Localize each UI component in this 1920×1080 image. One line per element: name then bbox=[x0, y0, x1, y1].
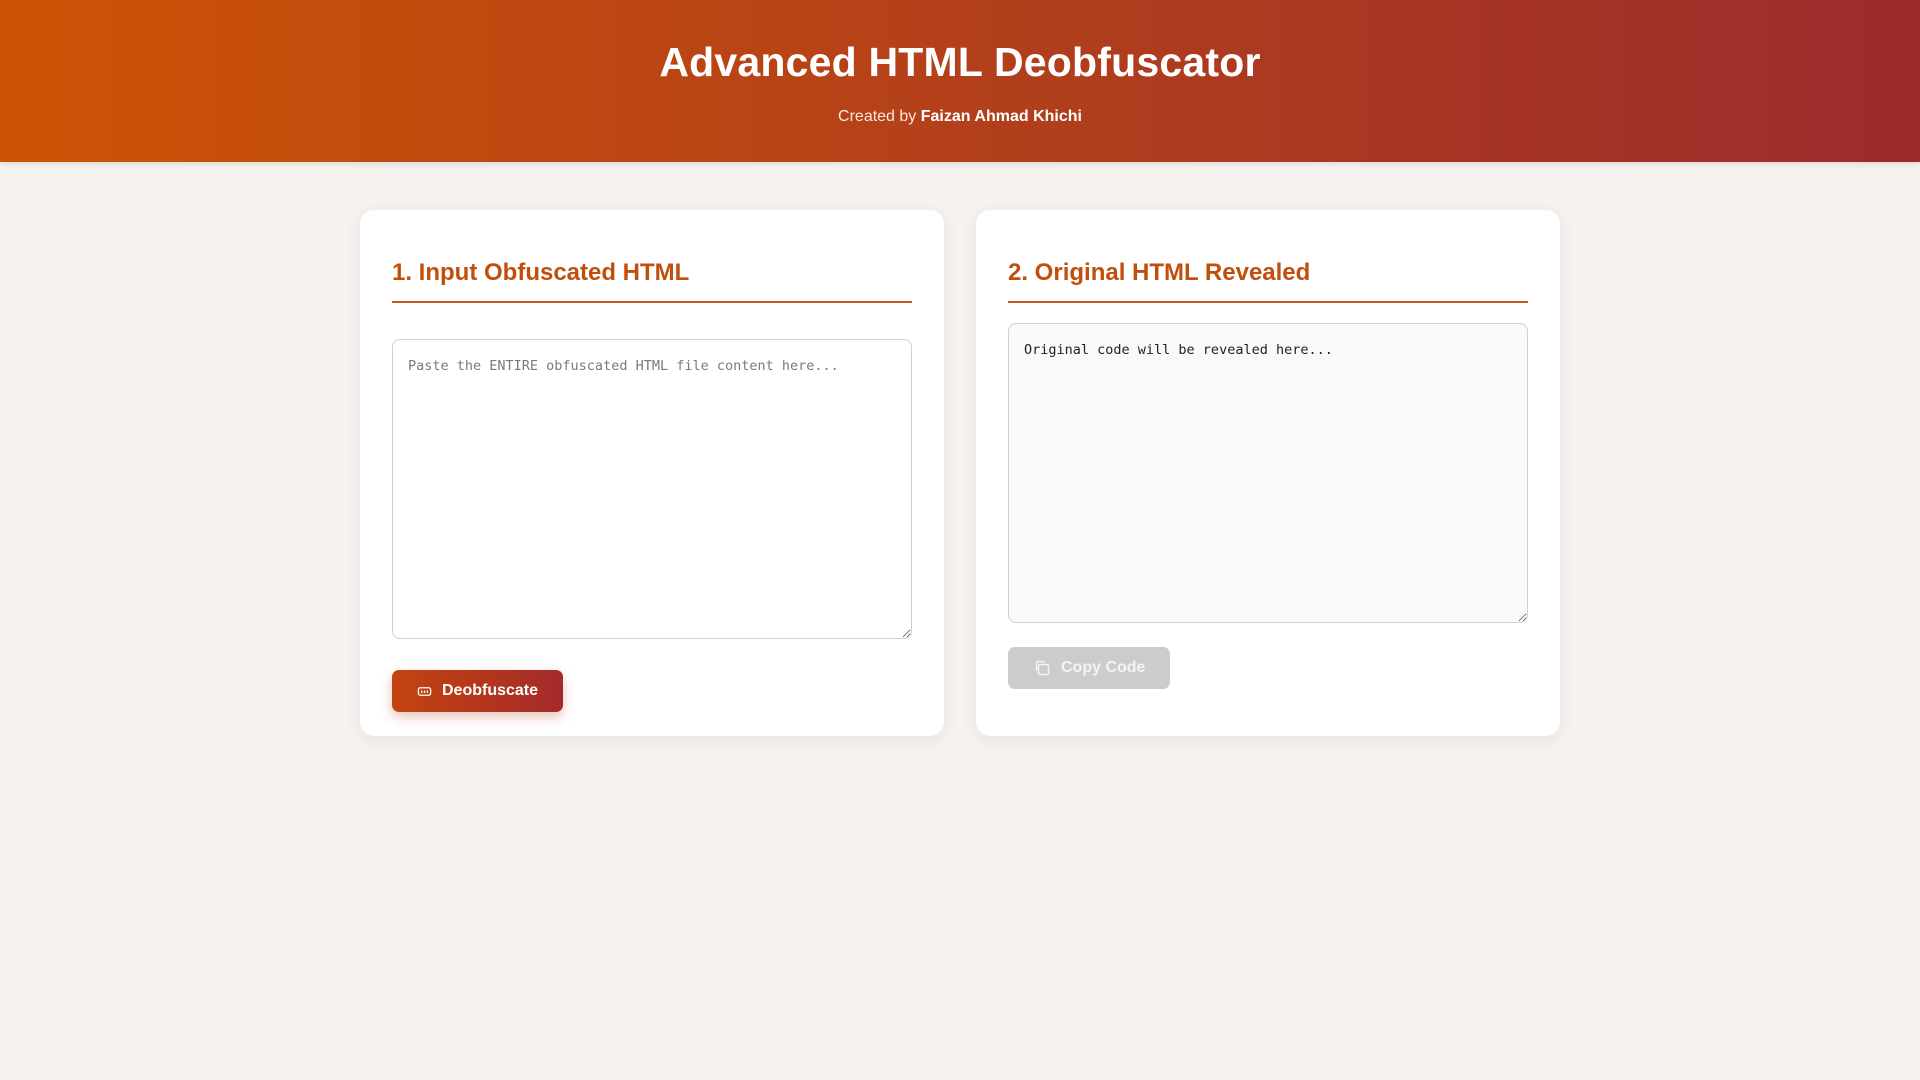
revealed-output-textarea[interactable]: Original code will be revealed here... bbox=[1008, 323, 1528, 623]
credit-prefix: Created by bbox=[838, 108, 917, 125]
page-header: Advanced HTML Deobfuscator Created by Fa… bbox=[0, 0, 1920, 162]
deobfuscate-button[interactable]: Deobfuscate bbox=[392, 670, 564, 712]
main-content: 1. Input Obfuscated HTML Deobfuscate 2. … bbox=[0, 162, 1920, 1080]
code-icon bbox=[417, 684, 432, 699]
copy-code-button-label: Copy Code bbox=[1061, 659, 1146, 676]
copy-icon bbox=[1033, 659, 1051, 677]
output-card: 2. Original HTML Revealed Original code … bbox=[976, 210, 1560, 736]
input-card: 1. Input Obfuscated HTML Deobfuscate bbox=[360, 210, 944, 736]
page-title: Advanced HTML Deobfuscator bbox=[659, 39, 1261, 85]
deobfuscate-button-label: Deobfuscate bbox=[442, 682, 539, 699]
input-heading: 1. Input Obfuscated HTML bbox=[392, 258, 912, 303]
credit-author: Faizan Ahmad Khichi bbox=[920, 108, 1082, 125]
copy-code-button[interactable]: Copy Code bbox=[1008, 647, 1171, 689]
obfuscated-input-textarea[interactable] bbox=[392, 339, 912, 639]
author-credit: Created by Faizan Ahmad Khichi bbox=[0, 107, 1920, 127]
output-heading: 2. Original HTML Revealed bbox=[1008, 258, 1528, 303]
